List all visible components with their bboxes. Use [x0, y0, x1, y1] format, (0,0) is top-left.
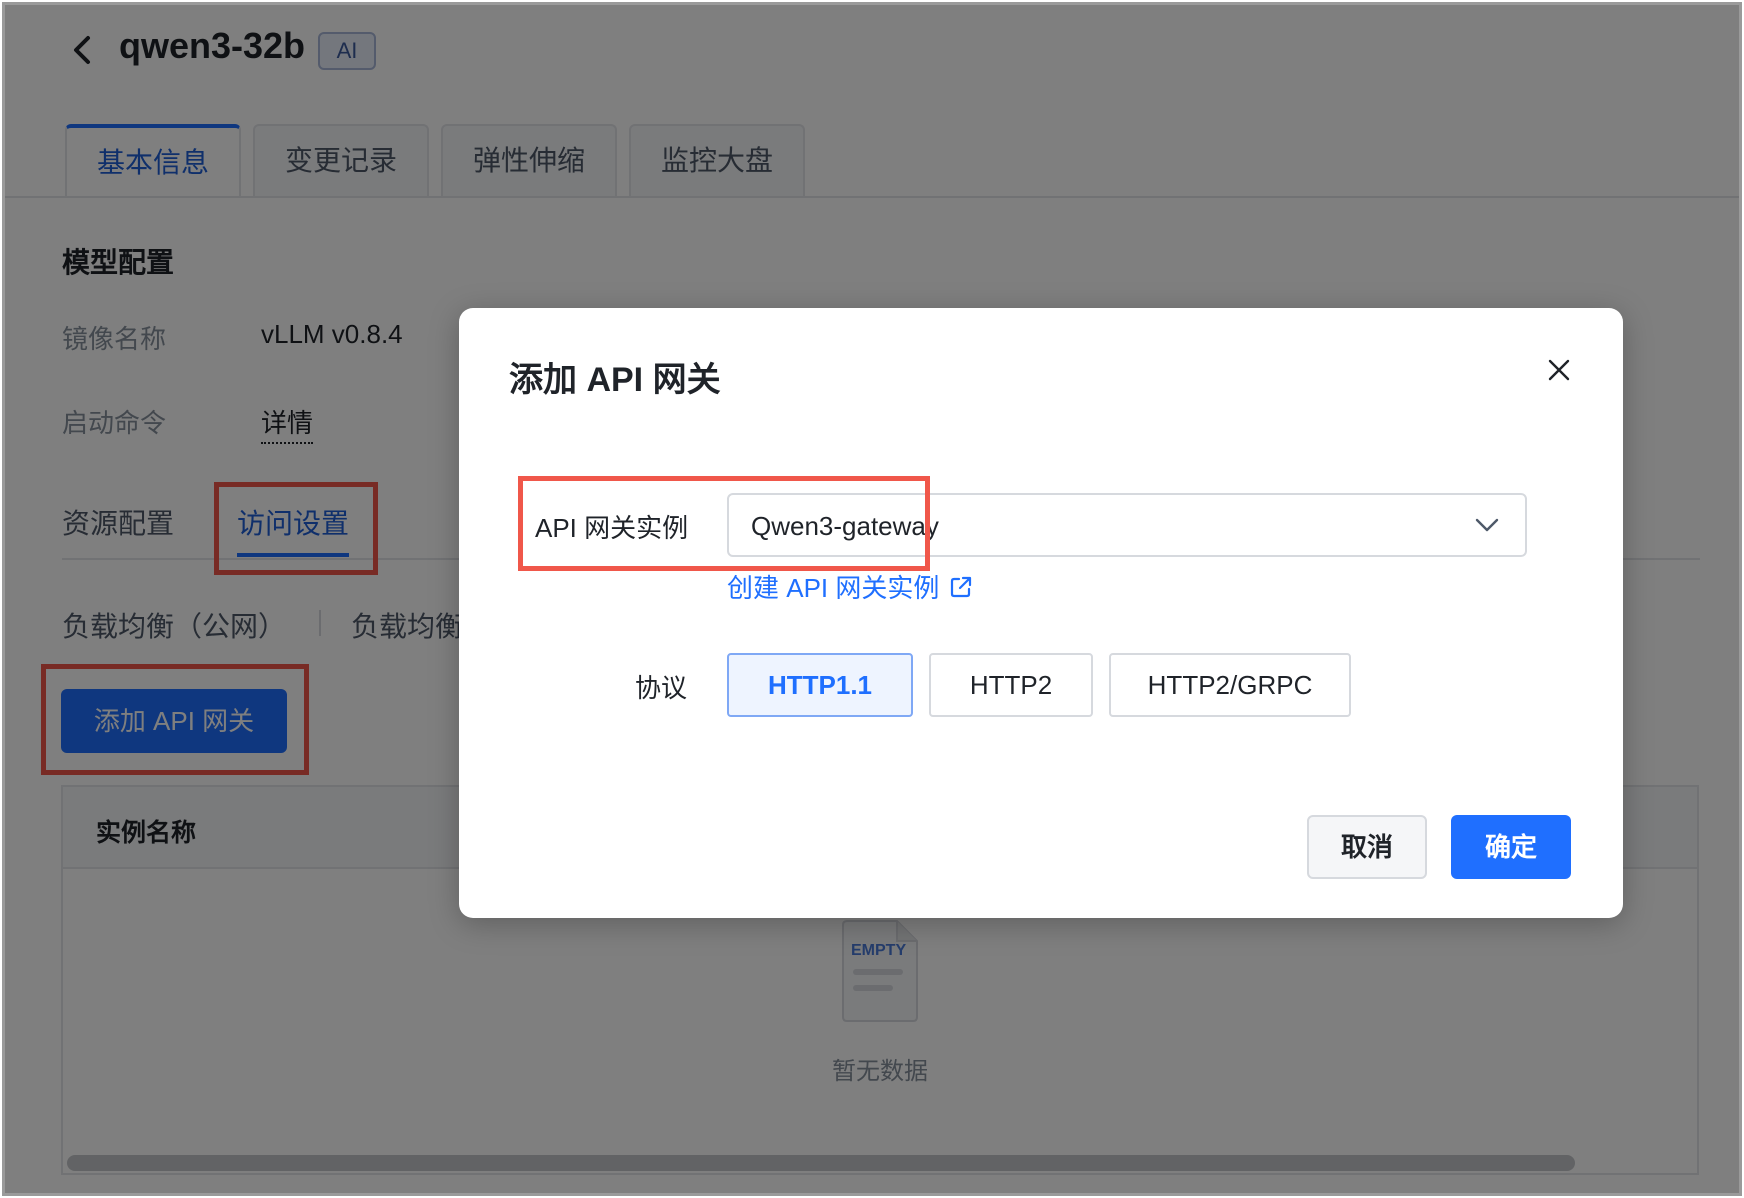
- chevron-down-icon: [1475, 518, 1499, 532]
- external-link-icon: [951, 576, 972, 597]
- create-gateway-instance-link[interactable]: 创建 API 网关实例: [727, 568, 973, 605]
- protocol-http2-grpc-option[interactable]: HTTP2/GRPC: [1109, 653, 1351, 717]
- cancel-button[interactable]: 取消: [1307, 815, 1427, 879]
- close-icon[interactable]: [1547, 358, 1571, 382]
- highlight-box-gateway-instance: [518, 476, 930, 571]
- protocol-http1-1-option[interactable]: HTTP1.1: [727, 653, 913, 717]
- add-api-gateway-dialog: 添加 API 网关 API 网关实例 Qwen3-gateway 创建 API …: [459, 308, 1623, 918]
- protocol-label: 协议: [635, 673, 688, 703]
- confirm-button[interactable]: 确定: [1451, 815, 1571, 879]
- page-frame: qwen3-32b AI 基本信息 变更记录 弹性伸缩 监控大盘 模型配置 镜像…: [2, 2, 1742, 1196]
- protocol-http2-option[interactable]: HTTP2: [929, 653, 1093, 717]
- create-gateway-instance-link-text: 创建 API 网关实例: [727, 573, 940, 603]
- dialog-title: 添加 API 网关: [509, 361, 721, 399]
